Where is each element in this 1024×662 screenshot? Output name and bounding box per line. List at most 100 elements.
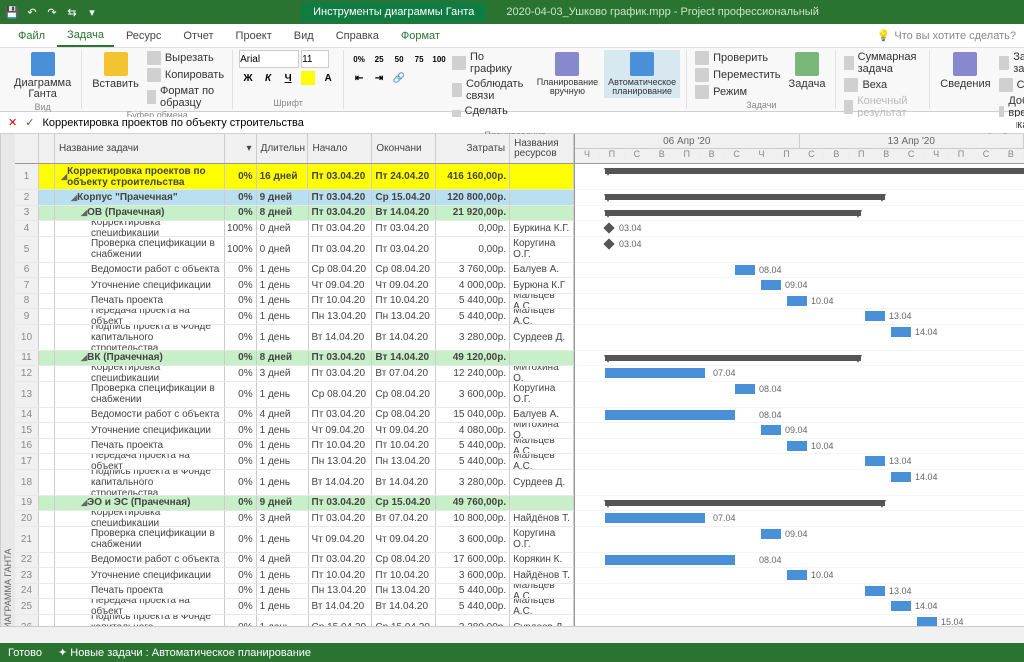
summary-bar[interactable] xyxy=(605,210,861,216)
task-bar[interactable] xyxy=(787,296,807,306)
format-painter-button[interactable]: Формат по образцу xyxy=(145,84,226,110)
link-button[interactable]: 🔗 xyxy=(390,69,408,87)
col-resources[interactable]: Названия ресурсов xyxy=(510,134,574,163)
task-row[interactable]: 16Печать проекта0%1 деньПт 10.04.20Пт 10… xyxy=(15,439,574,455)
qat-icon[interactable]: ⇆ xyxy=(64,4,80,20)
task-bar[interactable] xyxy=(761,280,781,290)
task-row[interactable]: 5Проверка спецификации в снабжении100%0 … xyxy=(15,237,574,263)
tab-Проект[interactable]: Проект xyxy=(226,26,282,46)
task-bar[interactable] xyxy=(605,410,735,420)
task-row[interactable]: 18Подпись проекта в Фонде капитального с… xyxy=(15,470,574,496)
task-bar[interactable] xyxy=(761,425,781,435)
tab-Задача[interactable]: Задача xyxy=(57,25,114,47)
task-bar[interactable] xyxy=(605,555,735,565)
manual-schedule-button[interactable]: Планирование вручную xyxy=(533,50,602,98)
underline-button[interactable]: Ч xyxy=(279,69,297,87)
col-name[interactable]: Название задачи xyxy=(55,134,225,163)
milestone-marker[interactable] xyxy=(603,238,614,249)
tab-Вид[interactable]: Вид xyxy=(284,26,324,46)
respect-links-button[interactable]: Соблюдать связи xyxy=(450,77,531,103)
save-icon[interactable]: 💾 xyxy=(4,4,20,20)
task-bar[interactable] xyxy=(891,472,911,482)
summary-bar[interactable] xyxy=(605,355,861,361)
summary-bar[interactable] xyxy=(605,194,885,200)
task-row[interactable]: 11◢ ВК (Прачечная)0%8 днейПт 03.04.20Вт … xyxy=(15,351,574,367)
bold-button[interactable]: Ж xyxy=(239,69,257,87)
task-row[interactable]: 21Проверка спецификации в снабжении0%1 д… xyxy=(15,527,574,553)
col-duration[interactable]: Длительн xyxy=(257,134,309,163)
pct25-button[interactable]: 25 xyxy=(370,50,388,68)
task-bar[interactable] xyxy=(605,513,705,523)
task-row[interactable]: 10Подпись проекта в Фонде капитального с… xyxy=(15,325,574,351)
indent-button[interactable]: ⇥ xyxy=(370,69,388,87)
move-button[interactable]: Переместить xyxy=(693,67,782,83)
task-row[interactable]: 20Корректировка спецификации0%3 днейПт 0… xyxy=(15,511,574,527)
task-row[interactable]: 19◢ ЭО и ЭС (Прачечная)0%9 днейПт 03.04.… xyxy=(15,496,574,512)
task-row[interactable]: 6Ведомости работ с объекта0%1 деньСр 08.… xyxy=(15,263,574,279)
gantt-chart-button[interactable]: Диаграмма Ганта xyxy=(10,50,75,102)
task-bar[interactable] xyxy=(787,570,807,580)
auto-schedule-button[interactable]: Автоматическое планирование xyxy=(604,50,680,98)
task-row[interactable]: 7Уточнение спецификации0%1 деньЧт 09.04.… xyxy=(15,278,574,294)
fontcolor-button[interactable]: A xyxy=(319,69,337,87)
tell-me[interactable]: 💡 Что вы хотите сделать? xyxy=(877,29,1016,42)
information-button[interactable]: Сведения xyxy=(936,50,994,92)
task-row[interactable]: 14Ведомости работ с объекта0%4 днейПт 03… xyxy=(15,408,574,424)
col-start[interactable]: Начало xyxy=(308,134,372,163)
task-row[interactable]: 4Корректировка спецификации100%0 днейПт … xyxy=(15,221,574,237)
tab-Формат[interactable]: Формат xyxy=(391,26,450,46)
italic-button[interactable]: К xyxy=(259,69,277,87)
col-percent[interactable]: ▾ xyxy=(225,134,257,163)
cut-button[interactable]: Вырезать xyxy=(145,50,226,66)
pct0-button[interactable]: 0% xyxy=(350,50,368,68)
font-name-input[interactable] xyxy=(239,50,299,68)
task-bar[interactable] xyxy=(917,617,937,627)
task-row[interactable]: 9Передача проекта на объект0%1 деньПн 13… xyxy=(15,309,574,325)
summary-task-button[interactable]: Суммарная задача xyxy=(842,50,923,76)
task-bar[interactable] xyxy=(865,586,885,596)
pct100-button[interactable]: 100 xyxy=(430,50,448,68)
pct75-button[interactable]: 75 xyxy=(410,50,428,68)
task-row[interactable]: 2◢ Корпус "Прачечная"0%9 днейПт 03.04.20… xyxy=(15,190,574,206)
task-row[interactable]: 1◢ Корректировка проектов по объекту стр… xyxy=(15,164,574,190)
task-row[interactable]: 17Передача проекта на объект0%1 деньПн 1… xyxy=(15,454,574,470)
copy-button[interactable]: Копировать xyxy=(145,67,226,83)
details-button[interactable]: Сведения xyxy=(997,77,1024,93)
mode-button[interactable]: Режим xyxy=(693,84,782,100)
indicators-column[interactable] xyxy=(39,134,55,163)
task-row[interactable]: 22Ведомости работ с объекта0%4 днейПт 03… xyxy=(15,553,574,569)
milestone-button[interactable]: Веха xyxy=(842,77,923,93)
task-bar[interactable] xyxy=(735,384,755,394)
outdent-button[interactable]: ⇤ xyxy=(350,69,368,87)
cancel-entry-icon[interactable]: ✕ xyxy=(8,116,17,129)
task-bar[interactable] xyxy=(787,441,807,451)
task-row[interactable]: 13Проверка спецификации в снабжении0%1 д… xyxy=(15,382,574,408)
notes-button[interactable]: Заметки задачи xyxy=(997,50,1024,76)
milestone-marker[interactable] xyxy=(603,222,614,233)
bgcolor-button[interactable] xyxy=(301,71,315,85)
summary-bar[interactable] xyxy=(605,168,1024,174)
task-bar[interactable] xyxy=(891,327,911,337)
col-cost[interactable]: Затраты xyxy=(436,134,510,163)
task-bar[interactable] xyxy=(735,265,755,275)
task-row[interactable]: 12Корректировка спецификации0%3 днейПт 0… xyxy=(15,366,574,382)
summary-bar[interactable] xyxy=(605,500,885,506)
task-bar[interactable] xyxy=(761,529,781,539)
task-bar[interactable] xyxy=(605,368,705,378)
font-size-input[interactable] xyxy=(301,50,329,68)
accept-entry-icon[interactable]: ✓ xyxy=(25,116,34,129)
tab-Справка[interactable]: Справка xyxy=(326,26,389,46)
task-row[interactable]: 25Передача проекта на объект0%1 деньВт 1… xyxy=(15,599,574,615)
task-row[interactable]: 15Уточнение спецификации0%1 деньЧт 09.04… xyxy=(15,423,574,439)
task-button[interactable]: Задача xyxy=(785,50,830,92)
task-bar[interactable] xyxy=(865,456,885,466)
inspect-button[interactable]: Проверить xyxy=(693,50,782,66)
undo-icon[interactable]: ↶ xyxy=(24,4,40,20)
pct50-button[interactable]: 50 xyxy=(390,50,408,68)
task-row[interactable]: 23Уточнение спецификации0%1 деньПт 10.04… xyxy=(15,568,574,584)
ontrack-button[interactable]: По графику xyxy=(450,50,531,76)
task-row[interactable]: 3◢ ОВ (Прачечная)0%8 днейПт 03.04.20Вт 1… xyxy=(15,206,574,222)
gantt-chart[interactable]: 06 Апр '2013 Апр '20 ЧПСВПВСЧПСВПВСЧПСВ … xyxy=(575,134,1024,643)
tab-Ресурс[interactable]: Ресурс xyxy=(116,26,171,46)
tab-Отчет[interactable]: Отчет xyxy=(173,26,223,46)
